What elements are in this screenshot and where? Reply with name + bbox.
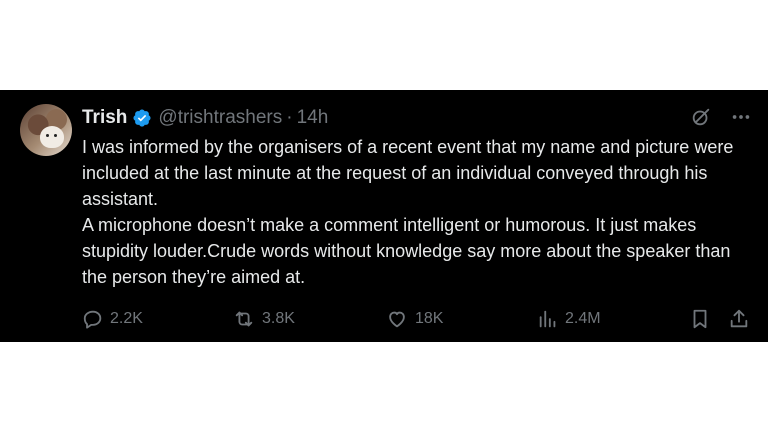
tweet-top-actions	[690, 106, 752, 128]
grok-icon[interactable]	[690, 106, 712, 128]
repost-button[interactable]: 3.8K	[232, 307, 295, 331]
tweet-paragraph: A microphone doesn’t make a comment inte…	[82, 215, 731, 287]
like-button[interactable]: 18K	[385, 307, 443, 331]
author-handle[interactable]: @trishtrashers	[158, 107, 282, 129]
tweet-header: Trish @trishtrashers · 14h	[82, 106, 328, 130]
reply-count: 2.2K	[110, 310, 143, 327]
more-icon[interactable]	[730, 106, 752, 128]
reply-icon	[82, 308, 104, 330]
like-count: 18K	[415, 310, 444, 327]
view-count: 2.4M	[565, 310, 601, 327]
avatar-dog-graphic	[40, 126, 64, 148]
tweet-action-bar: 2.2K 3.8K 18K 2.4M	[82, 307, 752, 331]
avatar[interactable]	[20, 104, 72, 156]
heart-icon	[385, 308, 409, 330]
repost-count: 3.8K	[262, 310, 295, 327]
reply-button[interactable]: 2.2K	[82, 307, 143, 331]
repost-icon	[232, 308, 256, 330]
views-icon	[537, 308, 559, 330]
author-name[interactable]: Trish	[82, 107, 127, 129]
tweet-card[interactable]: Trish @trishtrashers · 14h I was informe…	[0, 90, 768, 342]
tweet-text: I was informed by the organisers of a re…	[82, 134, 757, 290]
bookmark-icon	[689, 308, 711, 330]
tweet-timestamp[interactable]: 14h	[297, 107, 329, 129]
share-button[interactable]	[728, 307, 750, 331]
verified-badge-icon	[132, 108, 152, 128]
views-button[interactable]: 2.4M	[537, 307, 601, 331]
bookmark-button[interactable]	[689, 307, 711, 331]
share-icon	[728, 308, 750, 330]
header-separator: ·	[286, 107, 293, 128]
tweet-paragraph: I was informed by the organisers of a re…	[82, 137, 734, 209]
